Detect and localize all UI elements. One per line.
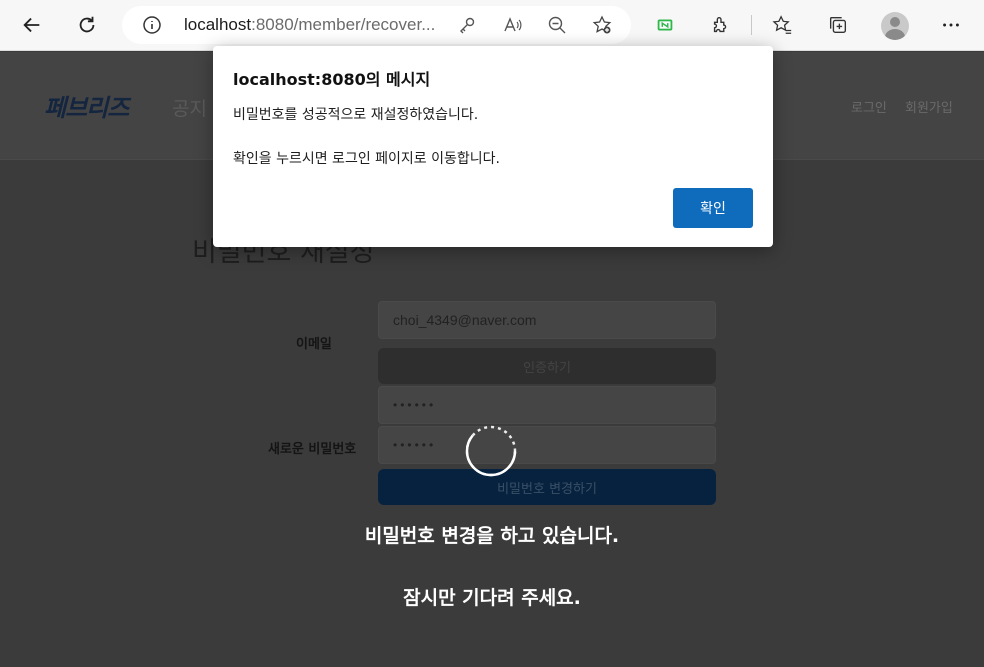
- loading-message: 비밀번호 변경을 하고 있습니다.: [364, 525, 620, 547]
- loading-spinner-icon: [465, 425, 517, 477]
- add-favorite-icon[interactable]: [592, 15, 612, 35]
- verify-button[interactable]: 인증하기: [378, 348, 716, 384]
- password-confirm-field[interactable]: ••••••: [378, 426, 716, 464]
- toolbar-separator: [751, 15, 752, 35]
- browser-toolbar: localhost:8080/member/recover...: [0, 0, 984, 51]
- more-options-icon[interactable]: [932, 6, 970, 44]
- zoom-out-icon[interactable]: [547, 15, 567, 35]
- dialog-message-line2: 확인을 누르시면 로그인 페이지로 이동합니다.: [233, 151, 500, 167]
- key-icon[interactable]: [457, 15, 477, 35]
- back-icon[interactable]: [13, 6, 51, 44]
- url-text[interactable]: localhost:8080/member/recover...: [184, 15, 446, 35]
- login-link[interactable]: 로그인: [851, 97, 887, 116]
- site-logo[interactable]: 페브리즈: [44, 88, 129, 123]
- alert-dialog: localhost:8080의 메시지 비밀번호를 성공적으로 재설정하였습니다…: [213, 46, 773, 247]
- address-bar[interactable]: localhost:8080/member/recover...: [122, 6, 631, 44]
- nav-notice[interactable]: 공지: [172, 94, 207, 121]
- ok-button[interactable]: 확인: [673, 188, 753, 228]
- profile-avatar[interactable]: [881, 12, 909, 40]
- change-password-button[interactable]: 비밀번호 변경하기: [378, 469, 716, 505]
- signup-link[interactable]: 회원가입: [905, 97, 953, 116]
- extension-green-icon[interactable]: [646, 6, 684, 44]
- read-aloud-icon[interactable]: [502, 15, 522, 35]
- dialog-title: localhost:8080의 메시지: [233, 70, 431, 89]
- email-field[interactable]: choi_4349@naver.com: [378, 301, 716, 339]
- new-password-label: 새로운 비밀번호: [268, 442, 357, 457]
- info-icon[interactable]: [142, 15, 162, 35]
- collections-icon[interactable]: [819, 6, 857, 44]
- password-field[interactable]: ••••••: [378, 386, 716, 424]
- extensions-icon[interactable]: [702, 6, 740, 44]
- email-label: 이메일: [296, 337, 332, 352]
- refresh-icon[interactable]: [68, 6, 106, 44]
- loading-wait-message: 잠시만 기다려 주세요.: [403, 587, 581, 609]
- dialog-message-line1: 비밀번호를 성공적으로 재설정하였습니다.: [233, 107, 479, 123]
- favorites-icon[interactable]: [763, 6, 801, 44]
